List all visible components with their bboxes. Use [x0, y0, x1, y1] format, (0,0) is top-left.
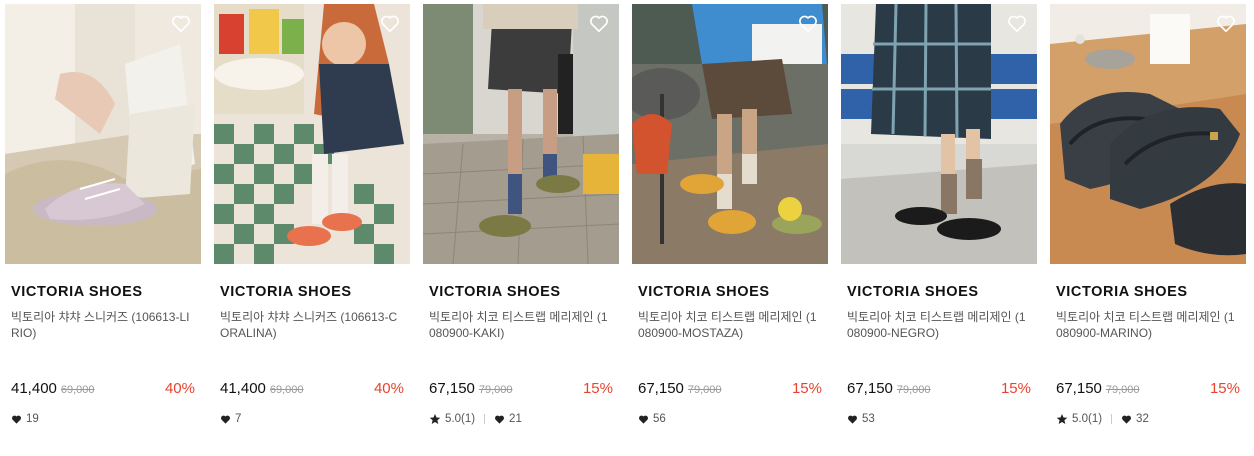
- discount-rate: 15%: [1209, 380, 1240, 397]
- discount-rate: 40%: [373, 380, 404, 397]
- sale-price: 41,400: [11, 380, 57, 397]
- product-card[interactable]: VICTORIA SHOES 빅토리아 챠챠 스니커즈 (106613-CORA…: [214, 4, 410, 444]
- sale-price: 67,150: [847, 380, 893, 397]
- brand-name[interactable]: VICTORIA SHOES: [11, 284, 143, 300]
- product-name[interactable]: 빅토리아 챠챠 스니커즈 (106613-LIRIO): [11, 309, 195, 341]
- like-count: 32: [1136, 413, 1149, 425]
- product-meta: 5.0(1) 21: [429, 413, 522, 425]
- heart-outline-icon[interactable]: [1215, 12, 1237, 34]
- product-card[interactable]: VICTORIA SHOES 빅토리아 치코 티스트랩 메리제인 (108090…: [423, 4, 619, 444]
- heart-icon: [1122, 415, 1132, 424]
- product-meta: 56: [638, 413, 666, 425]
- discount-rate: 15%: [791, 380, 822, 397]
- heart-icon: [848, 415, 857, 424]
- product-name[interactable]: 빅토리아 챠챠 스니커즈 (106613-CORALINA): [220, 309, 404, 341]
- heart-outline-icon[interactable]: [170, 12, 192, 34]
- star-icon: [429, 414, 441, 424]
- brand-name[interactable]: VICTORIA SHOES: [429, 284, 561, 300]
- original-price: 69,000: [269, 384, 304, 396]
- divider: [484, 414, 486, 424]
- original-price: 79,000: [1105, 384, 1140, 396]
- brand-name[interactable]: VICTORIA SHOES: [847, 284, 979, 300]
- original-price: 69,000: [60, 384, 95, 396]
- heart-icon: [221, 415, 230, 424]
- brand-name[interactable]: VICTORIA SHOES: [220, 284, 352, 300]
- heart-outline-icon[interactable]: [797, 12, 819, 34]
- sale-price: 67,150: [429, 380, 475, 397]
- product-meta: 7: [220, 413, 241, 425]
- product-image[interactable]: [632, 4, 828, 264]
- star-icon: [1056, 414, 1068, 424]
- sale-price: 67,150: [638, 380, 684, 397]
- heart-outline-icon[interactable]: [588, 12, 610, 34]
- product-image[interactable]: [5, 4, 201, 264]
- product-image[interactable]: [214, 4, 410, 264]
- price: 67,150 79,000: [1056, 380, 1140, 397]
- original-price: 79,000: [478, 384, 513, 396]
- original-price: 79,000: [896, 384, 931, 396]
- product-image[interactable]: [423, 4, 619, 264]
- price: 41,400 69,000: [11, 380, 95, 397]
- product-card[interactable]: VICTORIA SHOES 빅토리아 치코 티스트랩 메리제인 (108090…: [1050, 4, 1246, 444]
- sale-price: 67,150: [1056, 380, 1102, 397]
- like-count: 53: [862, 413, 875, 425]
- discount-rate: 15%: [582, 380, 613, 397]
- rating: 5.0(1): [445, 413, 476, 425]
- product-meta: 5.0(1) 32: [1056, 413, 1149, 425]
- product-card[interactable]: VICTORIA SHOES 빅토리아 챠챠 스니커즈 (106613-LIRI…: [5, 4, 201, 444]
- heart-icon: [12, 415, 21, 424]
- product-name[interactable]: 빅토리아 치코 티스트랩 메리제인 (1080900-MARINO): [1056, 309, 1240, 341]
- product-grid: VICTORIA SHOES 빅토리아 챠챠 스니커즈 (106613-LIRI…: [0, 0, 1254, 456]
- like-count: 7: [235, 413, 242, 425]
- rating: 5.0(1): [1072, 413, 1103, 425]
- product-meta: 19: [11, 413, 39, 425]
- brand-name[interactable]: VICTORIA SHOES: [638, 284, 770, 300]
- product-name[interactable]: 빅토리아 치코 티스트랩 메리제인 (1080900-NEGRO): [847, 309, 1031, 341]
- price: 67,150 79,000: [429, 380, 513, 397]
- like-count: 19: [26, 413, 39, 425]
- price: 41,400 69,000: [220, 380, 304, 397]
- product-card[interactable]: VICTORIA SHOES 빅토리아 치코 티스트랩 메리제인 (108090…: [632, 4, 828, 444]
- heart-outline-icon[interactable]: [379, 12, 401, 34]
- heart-outline-icon[interactable]: [1006, 12, 1028, 34]
- discount-rate: 15%: [1000, 380, 1031, 397]
- original-price: 79,000: [687, 384, 722, 396]
- like-count: 56: [653, 413, 666, 425]
- brand-name[interactable]: VICTORIA SHOES: [1056, 284, 1188, 300]
- discount-rate: 40%: [164, 380, 195, 397]
- price: 67,150 79,000: [847, 380, 931, 397]
- product-card[interactable]: VICTORIA SHOES 빅토리아 치코 티스트랩 메리제인 (108090…: [841, 4, 1037, 444]
- heart-icon: [495, 415, 505, 424]
- sale-price: 41,400: [220, 380, 266, 397]
- like-count: 21: [509, 413, 522, 425]
- product-image[interactable]: [1050, 4, 1246, 264]
- divider: [1111, 414, 1113, 424]
- product-image[interactable]: [841, 4, 1037, 264]
- product-name[interactable]: 빅토리아 치코 티스트랩 메리제인 (1080900-MOSTAZA): [638, 309, 822, 341]
- price: 67,150 79,000: [638, 380, 722, 397]
- product-meta: 53: [847, 413, 875, 425]
- heart-icon: [639, 415, 648, 424]
- product-name[interactable]: 빅토리아 치코 티스트랩 메리제인 (1080900-KAKI): [429, 309, 613, 341]
